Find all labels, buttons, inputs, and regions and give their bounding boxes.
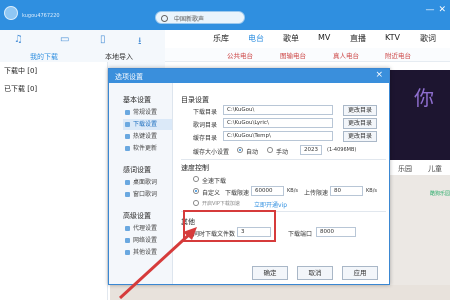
apply-button[interactable]: 应用 [342,266,378,280]
dialog-title-bar: 选项设置 × [109,69,389,83]
phone-icon[interactable]: ▯ [100,34,106,45]
search-placeholder: 中国新歌声 [174,16,205,23]
banner-text: 你 [414,86,434,110]
group-basic: 基本设置 [123,96,151,104]
dialog-sidebar: 基本设置 常规设置 下载设置 热键设置 软件更新 感词设置 桌面歌词 窗口歌词 … [109,83,173,284]
radio-manual[interactable] [267,147,273,153]
upload-limit-unit: KB/s [366,188,377,194]
nav-live[interactable]: 直播 [350,33,366,44]
bottom-thumbnails [110,285,450,300]
close-icon[interactable]: ✕ [438,5,446,15]
radio-manual-label: 手动 [276,149,289,156]
banner-image[interactable]: 你 [390,70,450,170]
lyrics-dir-label: 歌词目录 [193,122,218,129]
radio-full-speed[interactable] [193,176,199,182]
subnav-public[interactable]: 公共电台 [227,50,253,60]
subnav-real[interactable]: 真人电台 [333,50,359,60]
window-controls: — ✕ [421,5,446,15]
radio-auto[interactable] [237,147,243,153]
dialog-title: 选项设置 [115,73,143,81]
username[interactable]: kugou4767220 [22,13,60,19]
screen-icon[interactable]: ▭ [60,34,69,45]
nav-ktv[interactable]: KTV [385,33,400,42]
minimize-icon[interactable]: — [425,5,434,15]
ok-button[interactable]: 确定 [252,266,288,280]
cache-size-hint: (1-4096MB) [327,147,357,153]
cache-size-label: 缓存大小设置 [193,149,230,156]
download-port-label: 下载端口 [288,231,313,238]
music-icon[interactable]: ♫ [14,34,23,45]
upload-limit-field[interactable]: 80 [330,186,363,196]
sidebar-item-desktop-lyrics[interactable]: 桌面歌词 [123,177,172,188]
divider [181,159,386,160]
radio-auto-label: 自动 [246,149,259,156]
cache-dir-label: 缓存目录 [193,135,218,142]
category-kids[interactable]: 儿童 [428,164,442,174]
group-advanced: 高级设置 [123,212,151,220]
tab-local-import[interactable]: 本地导入 [105,52,133,62]
sidebar-item-download[interactable]: 下载设置 [123,119,172,130]
sidebar-item-window-lyrics[interactable]: 窗口歌词 [123,189,172,200]
upload-limit-label: 上传限速 [304,190,329,197]
cache-dir-field[interactable]: C:\KuGou\Temp\ [223,131,333,141]
subnav-image[interactable]: 图输电台 [280,50,306,60]
search-input[interactable]: 中国新歌声 [155,11,245,24]
nav-radio[interactable]: 电台 [248,33,264,44]
subnav-nearby[interactable]: 附近电台 [385,50,411,60]
change-download-dir-button[interactable]: 更改目录 [343,105,377,116]
change-lyrics-dir-button[interactable]: 更改目录 [343,118,377,129]
sidebar-item-network[interactable]: 网络设置 [123,235,172,246]
radio-full-speed-label: 全速下载 [202,178,227,185]
tab-my-downloads[interactable]: 我的下载 [30,52,58,62]
section-directory: 目录设置 [181,96,209,104]
lyrics-dir-field[interactable]: C:\KuGou\Lyric\ [223,118,333,128]
download-list: 下载中 [0] 已下载 [0] [0,62,108,300]
title-bar: kugou4767220 中国新歌声 — ✕ [0,0,450,30]
sidebar-item-update[interactable]: 软件更新 [123,143,172,154]
change-cache-dir-button[interactable]: 更改目录 [343,131,377,142]
sidebar-item-hotkey[interactable]: 热键设置 [123,131,172,142]
download-limit-field[interactable]: 60000 [251,186,284,196]
vip-link[interactable]: 立即开通vip [254,200,287,209]
options-dialog: 选项设置 × 基本设置 常规设置 下载设置 热键设置 软件更新 感词设置 桌面歌… [108,68,390,285]
vip-label: 开启VIP下载加速 [202,201,240,207]
list-item-downloaded[interactable]: 已下载 [0] [4,84,37,94]
checkbox-vip[interactable] [193,200,199,206]
avatar[interactable] [4,6,18,20]
download-limit-label: 下载限速 [225,190,250,197]
cache-size-field[interactable]: 2023 [300,145,322,155]
download-icon[interactable]: ⭳ [138,34,142,51]
nav-lyrics[interactable]: 歌词 [420,33,436,44]
group-lyrics: 感词设置 [123,166,151,174]
highlight-box [183,210,276,242]
download-dir-label: 下载目录 [193,109,218,116]
radio-custom-label: 自定义 [202,190,221,197]
main-nav: 乐库 电台 歌单 MV 直播 KTV 歌词 [165,30,450,48]
section-speed: 速度控制 [181,164,209,172]
close-icon[interactable]: × [375,70,383,80]
nav-library[interactable]: 乐库 [213,33,229,44]
download-limit-unit: KB/s [287,188,298,194]
download-port-field[interactable]: 8000 [316,227,356,237]
sub-nav: 公共电台 图输电台 真人电台 附近电台 [165,48,450,62]
sidebar-item-proxy[interactable]: 代理设置 [123,223,172,234]
category-park[interactable]: 乐园 [398,164,412,174]
list-item-downloading[interactable]: 下载中 [0] [4,66,37,76]
radio-custom[interactable] [193,188,199,194]
music-tag: 酷狗乐园 [430,191,450,197]
sidebar-item-general[interactable]: 常规设置 [123,107,172,118]
download-dir-field[interactable]: C:\KuGou\ [223,105,333,115]
search-icon [161,15,168,22]
nav-mv[interactable]: MV [318,33,330,42]
sidebar-item-other[interactable]: 其他设置 [123,247,172,258]
cancel-button[interactable]: 取消 [297,266,333,280]
nav-playlist[interactable]: 歌单 [283,33,299,44]
